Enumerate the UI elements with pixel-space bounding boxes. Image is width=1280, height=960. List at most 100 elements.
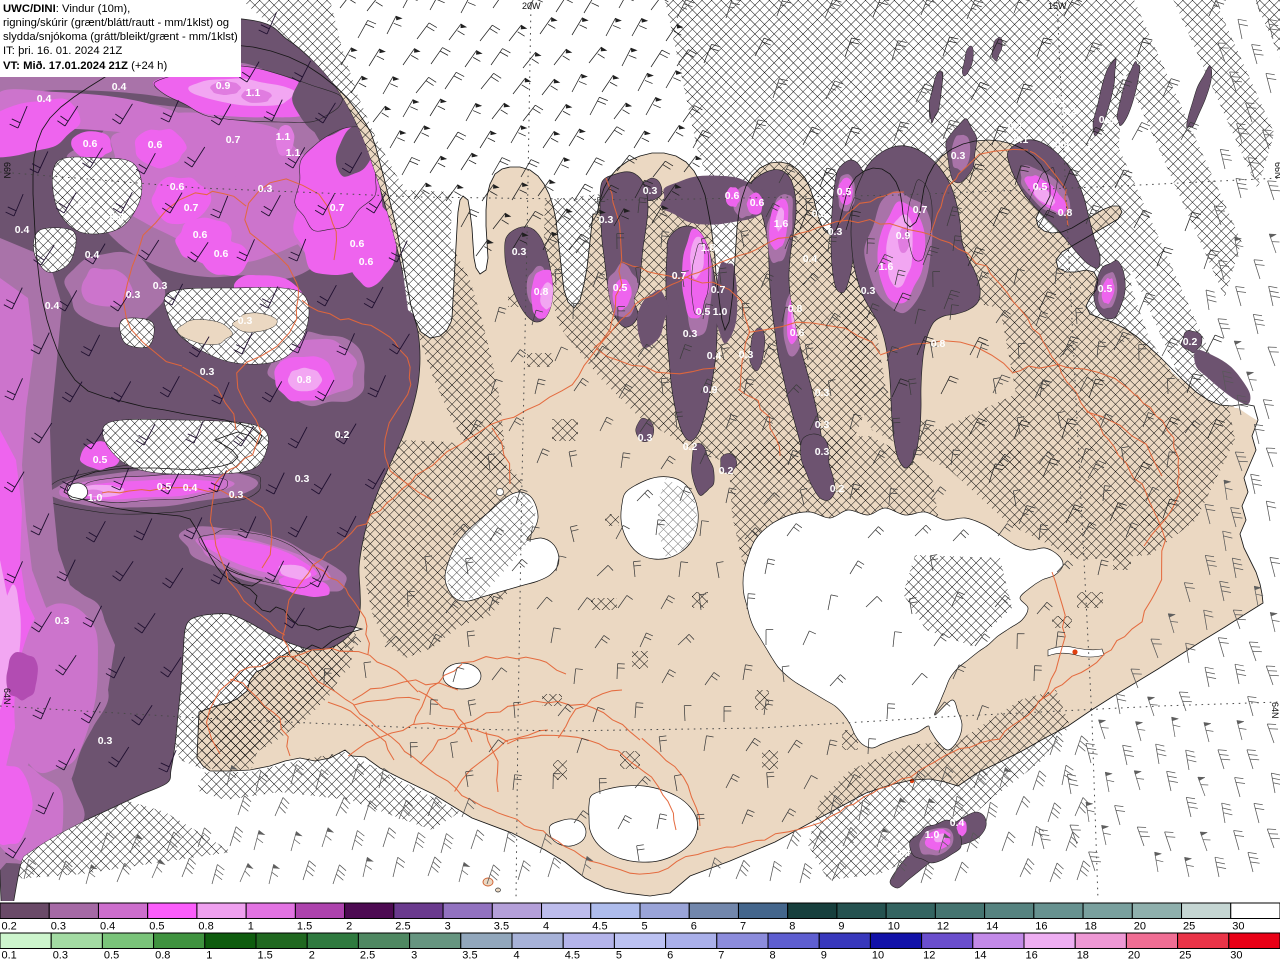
svg-text:0.5: 0.5 [613, 282, 628, 294]
svg-text:0.7: 0.7 [330, 202, 345, 214]
svg-text:12: 12 [923, 950, 935, 960]
svg-text:0.3: 0.3 [238, 315, 253, 327]
svg-text:0.5: 0.5 [696, 306, 711, 318]
svg-text:0.3: 0.3 [643, 185, 658, 197]
svg-text:15W: 15W [1048, 1, 1067, 11]
svg-text:0.9: 0.9 [216, 80, 231, 92]
svg-text:9: 9 [821, 950, 827, 960]
svg-text:5: 5 [642, 921, 648, 933]
svg-text:VT: Mið. 17.01.2024 21Z (+24 h: VT: Mið. 17.01.2024 21Z (+24 h) [3, 60, 167, 72]
svg-text:0.5: 0.5 [104, 950, 119, 960]
svg-text:1: 1 [248, 921, 254, 933]
svg-text:0.9: 0.9 [896, 230, 911, 242]
svg-text:0.7: 0.7 [184, 202, 199, 214]
svg-text:0.8: 0.8 [788, 303, 803, 315]
svg-text:0.8: 0.8 [297, 374, 312, 386]
svg-text:0.5: 0.5 [837, 186, 852, 198]
svg-text:1.1: 1.1 [246, 87, 261, 99]
svg-text:30: 30 [1232, 921, 1244, 933]
svg-text:0.1: 0.1 [1014, 134, 1029, 146]
svg-text:0.2: 0.2 [1183, 336, 1198, 348]
svg-text:20: 20 [1134, 921, 1146, 933]
svg-text:0.3: 0.3 [861, 285, 876, 297]
svg-text:2: 2 [346, 921, 352, 933]
svg-text:2: 2 [309, 950, 315, 960]
svg-text:0.3: 0.3 [126, 289, 141, 301]
svg-text:0.3: 0.3 [739, 349, 754, 361]
svg-text:0.3: 0.3 [1079, 139, 1094, 151]
svg-text:0.6: 0.6 [359, 256, 374, 268]
svg-text:0.3: 0.3 [258, 183, 273, 195]
svg-text:10: 10 [872, 950, 884, 960]
svg-text:0.6: 0.6 [725, 190, 740, 202]
svg-text:0.9: 0.9 [703, 384, 718, 396]
svg-text:9: 9 [838, 921, 844, 933]
svg-text:0.3: 0.3 [815, 387, 830, 399]
svg-text:0.4: 0.4 [110, 211, 125, 223]
svg-text:rigning/skúrir (grænt/blátt/ra: rigning/skúrir (grænt/blátt/rautt - mm/1… [3, 17, 229, 29]
svg-text:0.2: 0.2 [1008, 121, 1023, 133]
svg-text:0.3: 0.3 [153, 280, 168, 292]
svg-text:0.8: 0.8 [155, 950, 170, 960]
svg-text:20: 20 [1128, 950, 1140, 960]
svg-text:0.3: 0.3 [828, 226, 843, 238]
svg-text:0.3: 0.3 [53, 950, 68, 960]
svg-text:3.5: 3.5 [462, 950, 477, 960]
svg-text:0.6: 0.6 [83, 138, 98, 150]
svg-text:0.1: 0.1 [2, 950, 17, 960]
svg-text:0.4: 0.4 [950, 817, 965, 829]
svg-text:1.0: 1.0 [925, 829, 940, 841]
svg-text:UWC/DINI: Vindur (10m),: UWC/DINI: Vindur (10m), [3, 3, 130, 15]
svg-text:0.3: 0.3 [683, 328, 698, 340]
svg-text:8: 8 [770, 950, 776, 960]
svg-text:1.6: 1.6 [879, 261, 894, 273]
svg-text:4: 4 [543, 921, 549, 933]
svg-text:0.4: 0.4 [85, 249, 100, 261]
svg-text:2.5: 2.5 [395, 921, 410, 933]
svg-text:0.4: 0.4 [78, 198, 93, 210]
svg-text:0.3: 0.3 [200, 366, 215, 378]
svg-text:0.2: 0.2 [683, 441, 698, 453]
svg-text:0.7: 0.7 [711, 284, 726, 296]
svg-text:0.3: 0.3 [229, 489, 244, 501]
svg-text:0.4: 0.4 [45, 300, 60, 312]
svg-text:1.0: 1.0 [713, 306, 728, 318]
svg-text:1.6: 1.6 [774, 218, 789, 230]
svg-text:30: 30 [1230, 950, 1242, 960]
svg-text:0.4: 0.4 [15, 224, 30, 236]
svg-text:1: 1 [206, 950, 212, 960]
svg-text:0.8: 0.8 [198, 921, 213, 933]
svg-text:2.5: 2.5 [360, 950, 375, 960]
svg-text:0.3: 0.3 [51, 921, 66, 933]
svg-text:0.3: 0.3 [55, 615, 70, 627]
svg-text:16: 16 [1026, 950, 1038, 960]
svg-text:0.3: 0.3 [812, 208, 827, 220]
svg-text:0.7: 0.7 [226, 134, 241, 146]
svg-text:4.5: 4.5 [592, 921, 607, 933]
svg-text:10: 10 [888, 921, 900, 933]
svg-text:5: 5 [616, 950, 622, 960]
svg-text:16: 16 [1035, 921, 1047, 933]
svg-text:0.3: 0.3 [815, 419, 830, 431]
svg-text:0.2: 0.2 [830, 483, 845, 495]
svg-text:0.6: 0.6 [790, 327, 805, 339]
svg-text:4.5: 4.5 [565, 950, 580, 960]
svg-text:0.5: 0.5 [1098, 283, 1113, 295]
svg-text:0.8: 0.8 [1058, 207, 1073, 219]
svg-text:0.3: 0.3 [295, 473, 310, 485]
svg-text:64N: 64N [1270, 702, 1280, 719]
svg-text:0.6: 0.6 [193, 229, 208, 241]
svg-text:18: 18 [1085, 921, 1097, 933]
svg-text:0.6: 0.6 [214, 248, 229, 260]
svg-text:slydda/snjókoma (grátt/bleikt/: slydda/snjókoma (grátt/bleikt/grænt - mm… [3, 31, 238, 43]
svg-text:3: 3 [445, 921, 451, 933]
svg-text:0.4: 0.4 [183, 482, 198, 494]
svg-text:1.8: 1.8 [701, 242, 716, 254]
svg-text:1.1: 1.1 [286, 147, 301, 159]
svg-text:0.2: 0.2 [1015, 558, 1030, 570]
svg-text:8: 8 [789, 921, 795, 933]
svg-text:4: 4 [514, 950, 520, 960]
svg-text:0.7: 0.7 [672, 270, 687, 282]
svg-text:6: 6 [667, 950, 673, 960]
svg-text:0.5: 0.5 [93, 454, 108, 466]
